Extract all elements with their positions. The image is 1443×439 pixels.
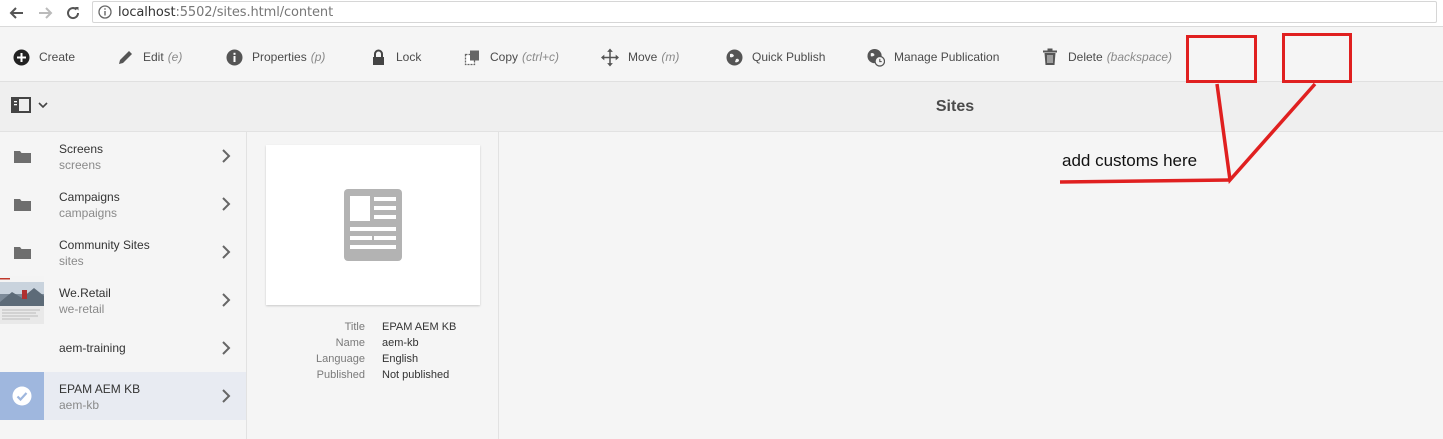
delete-button[interactable]: Delete (backspace) [1041,47,1172,67]
item-name: screens [59,158,102,172]
move-icon [601,48,619,66]
globe-icon [725,48,743,66]
photo-thumbnail [0,276,44,324]
item-name: sites [59,254,84,268]
folder-icon [13,150,31,163]
lock-icon [369,48,387,66]
meta-row-published: Published Not published [247,369,499,385]
move-shortcut: (m) [661,50,680,64]
meta-row-title: Title EPAM AEM KB [247,321,499,337]
item-thumbnail [0,180,44,228]
copy-button[interactable]: Copy (ctrl+c) [463,47,559,67]
item-thumbnail [0,132,44,180]
properties-button[interactable]: Properties (p) [225,47,325,67]
meta-label: Language [316,353,365,365]
delete-label: Delete [1068,50,1103,64]
meta-label: Published [316,369,365,381]
column-item-community-sites[interactable]: Community Sites sites [0,228,246,276]
globe-clock-icon [867,48,885,67]
delete-shortcut: (backspace) [1106,50,1173,64]
chevron-right-icon[interactable] [220,197,232,211]
reload-button[interactable] [62,3,84,23]
column-item-campaigns[interactable]: Campaigns campaigns [0,180,246,228]
manage-publication-button[interactable]: Manage Publication [867,47,999,67]
arrow-left-icon [9,7,23,19]
item-title: Community Sites [59,238,150,252]
item-thumbnail [0,324,44,372]
plus-circle-icon [12,48,30,66]
url-host: localhost [118,5,176,20]
page-document-icon [344,189,402,261]
arrow-right-icon [39,7,53,19]
column-view-first: Screens screens Campaigns campaigns Comm… [0,132,247,439]
annotation-box-left [1186,35,1257,83]
meta-value: Not published [382,369,450,381]
properties-label: Properties [252,50,307,64]
annotation-arrows [1059,82,1317,185]
meta-row-name: Name aem-kb [247,337,499,353]
item-title: Campaigns [59,190,120,204]
move-button[interactable]: Move (m) [601,47,679,67]
copy-icon [463,48,481,66]
meta-row-language: Language English [247,353,499,369]
lock-button[interactable]: Lock [369,47,421,67]
edit-label: Edit [143,50,164,64]
annotation-box-right [1282,33,1352,83]
meta-value: aem-kb [382,337,419,349]
reload-icon [67,7,80,20]
column-item-screens[interactable]: Screens screens [0,132,246,180]
url-path: :5502/sites.html/content [175,5,334,20]
check-circle-icon[interactable] [12,386,32,406]
quick-publish-button[interactable]: Quick Publish [725,47,825,67]
info-icon [225,48,243,66]
hiker-image [0,278,44,320]
info-icon [98,5,112,19]
chevron-right-icon[interactable] [220,389,232,403]
page-preview-card[interactable] [266,145,480,305]
trash-icon [1041,48,1059,66]
create-label: Create [39,50,76,64]
manage-publication-label: Manage Publication [894,50,1000,64]
annotation-text: add customs here [1062,151,1198,170]
create-button[interactable]: Create [12,47,75,67]
properties-shortcut: (p) [310,50,326,64]
folder-icon [13,246,31,259]
item-title: aem-training [59,341,126,355]
edit-button[interactable]: Edit (e) [116,47,182,67]
item-name: campaigns [59,206,118,220]
meta-value: EPAM AEM KB [382,321,457,333]
copy-shortcut: (ctrl+c) [522,50,560,64]
chevron-right-icon[interactable] [220,341,232,355]
copy-label: Copy [490,50,519,64]
meta-value: English [382,353,419,365]
item-name: we-retail [59,302,105,316]
meta-label: Title [344,321,365,333]
meta-label: Name [335,337,365,349]
chevron-right-icon[interactable] [220,149,232,163]
item-thumbnail [0,372,44,420]
item-thumbnail [0,228,44,276]
pencil-icon [116,48,134,66]
lock-label: Lock [396,50,422,64]
column-item-epam-aem-kb[interactable]: EPAM AEM KB aem-kb [0,372,246,420]
address-bar[interactable]: localhost:5502/sites.html/content [92,1,1437,23]
browser-toolbar: localhost:5502/sites.html/content [0,0,1443,27]
item-title: We.Retail [59,286,111,300]
item-title: EPAM AEM KB [59,382,141,396]
edit-shortcut: (e) [167,50,183,64]
column-preview: Title EPAM AEM KB Name aem-kb Language E… [247,132,499,439]
item-name: aem-kb [59,398,100,412]
forward-button[interactable] [34,3,56,23]
column-item-aem-training[interactable]: aem-training [0,324,246,372]
chevron-right-icon[interactable] [220,293,232,307]
move-label: Move [628,50,658,64]
quick-publish-label: Quick Publish [752,50,826,64]
url-text: localhost:5502/sites.html/content [118,5,333,20]
item-title: Screens [59,142,104,156]
chevron-right-icon[interactable] [220,245,232,259]
folder-icon [13,198,31,211]
column-item-we-retail[interactable]: We.Retail we-retail [0,276,246,324]
back-button[interactable] [6,3,28,23]
